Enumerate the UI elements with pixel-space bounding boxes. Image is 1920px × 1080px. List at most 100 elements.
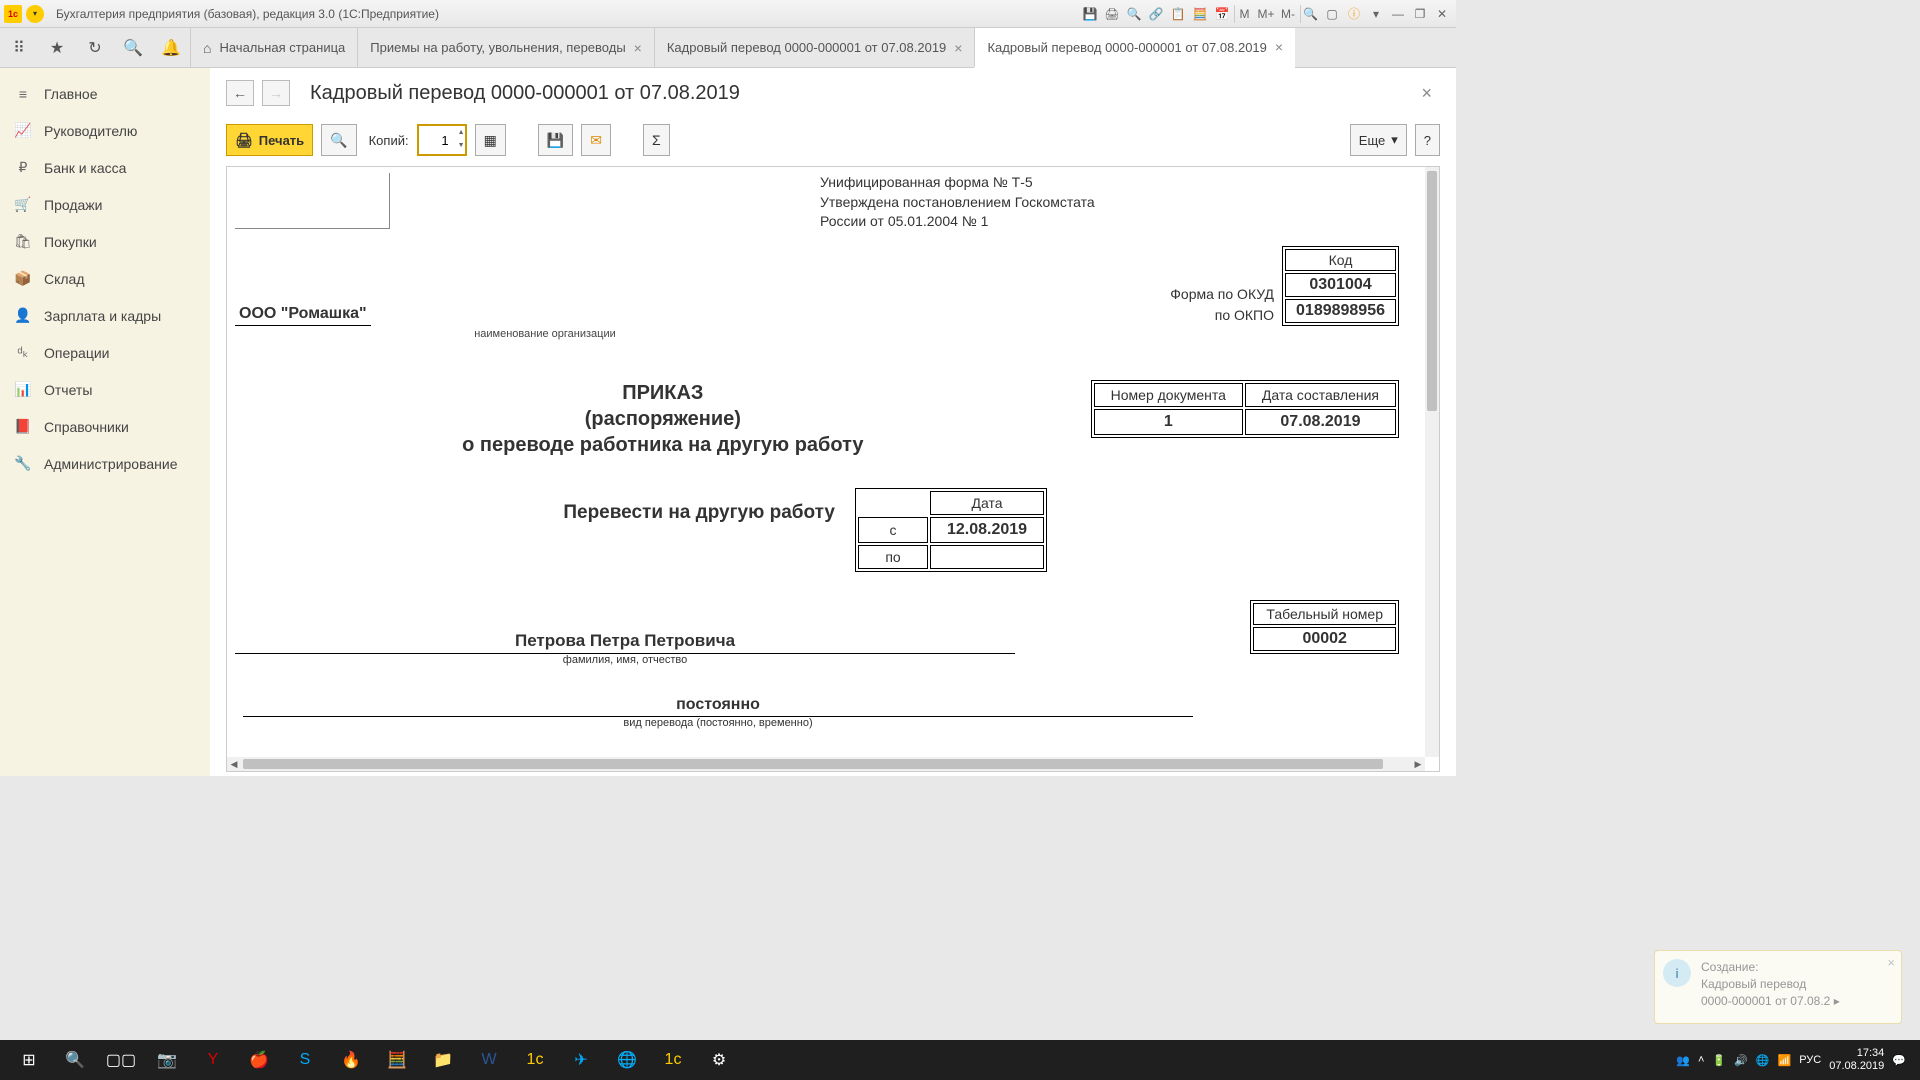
sidebar-item-hr[interactable]: 👤Зарплата и кадры [0,297,210,334]
sidebar-item-admin[interactable]: 🔧Администрирование [0,445,210,482]
zoom-icon[interactable]: 🔍 [1300,5,1320,23]
close-icon[interactable]: × [1275,39,1283,55]
transfer-type: постоянно [243,696,1193,717]
network-icon[interactable]: 🌐 [1756,1054,1770,1067]
sidebar-item-bank[interactable]: ₽Банк и касса [0,149,210,186]
sidebar-item-main[interactable]: ≡Главное [0,76,210,112]
nav-forward-button[interactable]: → [262,80,290,106]
sidebar-item-warehouse[interactable]: 📦Склад [0,260,210,297]
scroll-right-icon[interactable]: ▶ [1411,757,1425,771]
app-menu-dropdown[interactable]: ▾ [26,5,44,23]
tray-chevron-icon[interactable]: ˄ [1698,1054,1704,1066]
clock[interactable]: 17:34 07.08.2019 [1829,1047,1884,1073]
doc-corner-cell [235,173,390,229]
taskbar-app-chrome[interactable]: 🌐 [604,1040,650,1080]
tabnum-table: Табельный номер 00002 [1250,600,1399,654]
close-icon[interactable]: × [954,40,962,56]
search-icon[interactable]: 🔍 [122,37,144,59]
taskbar-app-word[interactable]: W [466,1040,512,1080]
sidebar-item-reports[interactable]: 📊Отчеты [0,371,210,408]
people-icon[interactable]: 👥 [1676,1054,1690,1067]
taskbar-app-2[interactable]: 🍎 [236,1040,282,1080]
tab-home[interactable]: ⌂ Начальная страница [190,28,357,67]
maximize-icon[interactable]: ❐ [1410,5,1430,23]
tab-hires[interactable]: Приемы на работу, увольнения, переводы × [357,28,654,67]
minimize-icon[interactable]: — [1388,5,1408,23]
code-table: Код 0301004 0189898956 [1282,246,1399,326]
notifications-icon[interactable]: 💬 [1892,1054,1906,1067]
print-button[interactable]: 🖨 Печать [226,124,313,156]
calc-icon[interactable]: 🧮 [1190,5,1210,23]
sum-button[interactable]: Σ [643,124,670,156]
lang-indicator[interactable]: РУС [1799,1054,1821,1066]
m-minus-icon[interactable]: M- [1278,5,1298,23]
taskbar-app-1c-2[interactable]: 1c [650,1040,696,1080]
preview-icon[interactable]: 🔍 [1124,5,1144,23]
close-icon[interactable]: × [1887,955,1895,970]
sidebar-item-purchases[interactable]: 🛍Покупки [0,223,210,260]
spinner-down[interactable]: ▼ [458,139,465,152]
save-icon: 💾 [547,132,564,149]
taskbar-app-skype[interactable]: S [282,1040,328,1080]
taskbar-app-telegram[interactable]: ✈ [558,1040,604,1080]
help-button[interactable]: ? [1415,124,1440,156]
scroll-left-icon[interactable]: ◀ [227,757,241,771]
scrollbar-horizontal[interactable]: ◀ ▶ [227,757,1425,771]
save-button[interactable]: 💾 [538,124,573,156]
tabbar: ⠿ ★ ↻ 🔍 🔔 ⌂ Начальная страница Приемы на… [0,28,1456,68]
close-icon[interactable]: × [634,40,642,56]
person-icon: 👤 [14,307,32,324]
link-icon[interactable]: 🔗 [1146,5,1166,23]
dropdown-icon[interactable]: ▾ [1366,5,1386,23]
favorite-icon[interactable]: ★ [46,37,68,59]
info-icon[interactable]: ⓘ [1344,5,1364,23]
notification-toast[interactable]: i Создание: Кадровый перевод 0000-000001… [1654,950,1902,1024]
m-plus-icon[interactable]: M+ [1256,5,1276,23]
sidebar-item-operations[interactable]: ᵈₖОперации [0,334,210,371]
start-button[interactable]: ⊞ [6,1040,52,1080]
taskbar-app-firefox[interactable]: 🔥 [328,1040,374,1080]
taskview-button[interactable]: ▢▢ [98,1040,144,1080]
bell-icon[interactable]: 🔔 [160,37,182,59]
history-icon[interactable]: ↻ [84,37,106,59]
sidebar-item-manager[interactable]: 📈Руководителю [0,112,210,149]
email-button[interactable]: ✉ [581,124,611,156]
save-icon[interactable]: 💾 [1080,5,1100,23]
scrollbar-vertical[interactable] [1425,167,1439,757]
close-window-icon[interactable]: ✕ [1432,5,1452,23]
document-area[interactable]: Унифицированная форма № Т-5 Утверждена п… [226,166,1440,772]
search-button[interactable]: 🔍 [52,1040,98,1080]
export-button[interactable]: ▦ [475,124,506,156]
nav-back-button[interactable]: ← [226,80,254,106]
zoom-icon: 🔍 [330,132,347,149]
window-title: Бухгалтерия предприятия (базовая), редак… [56,7,439,21]
taskbar-app-yandex[interactable]: Y [190,1040,236,1080]
m-icon[interactable]: M [1234,5,1254,23]
preview-button[interactable]: 🔍 [321,124,356,156]
sigma-icon: Σ [652,132,661,148]
taskbar-app-1[interactable]: 📷 [144,1040,190,1080]
sidebar-item-catalogs[interactable]: 📕Справочники [0,408,210,445]
volume-icon[interactable]: 🔊 [1734,1054,1748,1067]
tab-transfer-1[interactable]: Кадровый перевод 0000-000001 от 07.08.20… [654,28,975,67]
org-name: ООО "Ромашка" [235,305,371,326]
taskbar-app-1c-1[interactable]: 1c [512,1040,558,1080]
employee-name: Петрова Петра Петровича [235,631,1015,654]
taskbar-app-explorer[interactable]: 📁 [420,1040,466,1080]
print-icon[interactable]: 🖨 [1102,5,1122,23]
battery-icon[interactable]: 🔋 [1712,1054,1726,1067]
calendar-icon[interactable]: 📅 [1212,5,1232,23]
taskbar-app-settings[interactable]: ⚙ [696,1040,742,1080]
wifi-icon[interactable]: 📶 [1778,1054,1792,1067]
taskbar-app-calc[interactable]: 🧮 [374,1040,420,1080]
close-page-button[interactable]: × [1413,83,1440,104]
page-title: Кадровый перевод 0000-000001 от 07.08.20… [310,82,740,105]
clipboard-icon[interactable]: 📋 [1168,5,1188,23]
form-reference: Унифицированная форма № Т-5 Утверждена п… [390,173,1399,232]
sidebar-item-sales[interactable]: 🛒Продажи [0,186,210,223]
tab-transfer-2[interactable]: Кадровый перевод 0000-000001 от 07.08.20… [974,28,1295,68]
panel-icon[interactable]: ▢ [1322,5,1342,23]
spinner-up[interactable]: ▲ [458,126,465,139]
apps-icon[interactable]: ⠿ [8,37,30,59]
more-button[interactable]: Еще ▾ [1350,124,1407,156]
